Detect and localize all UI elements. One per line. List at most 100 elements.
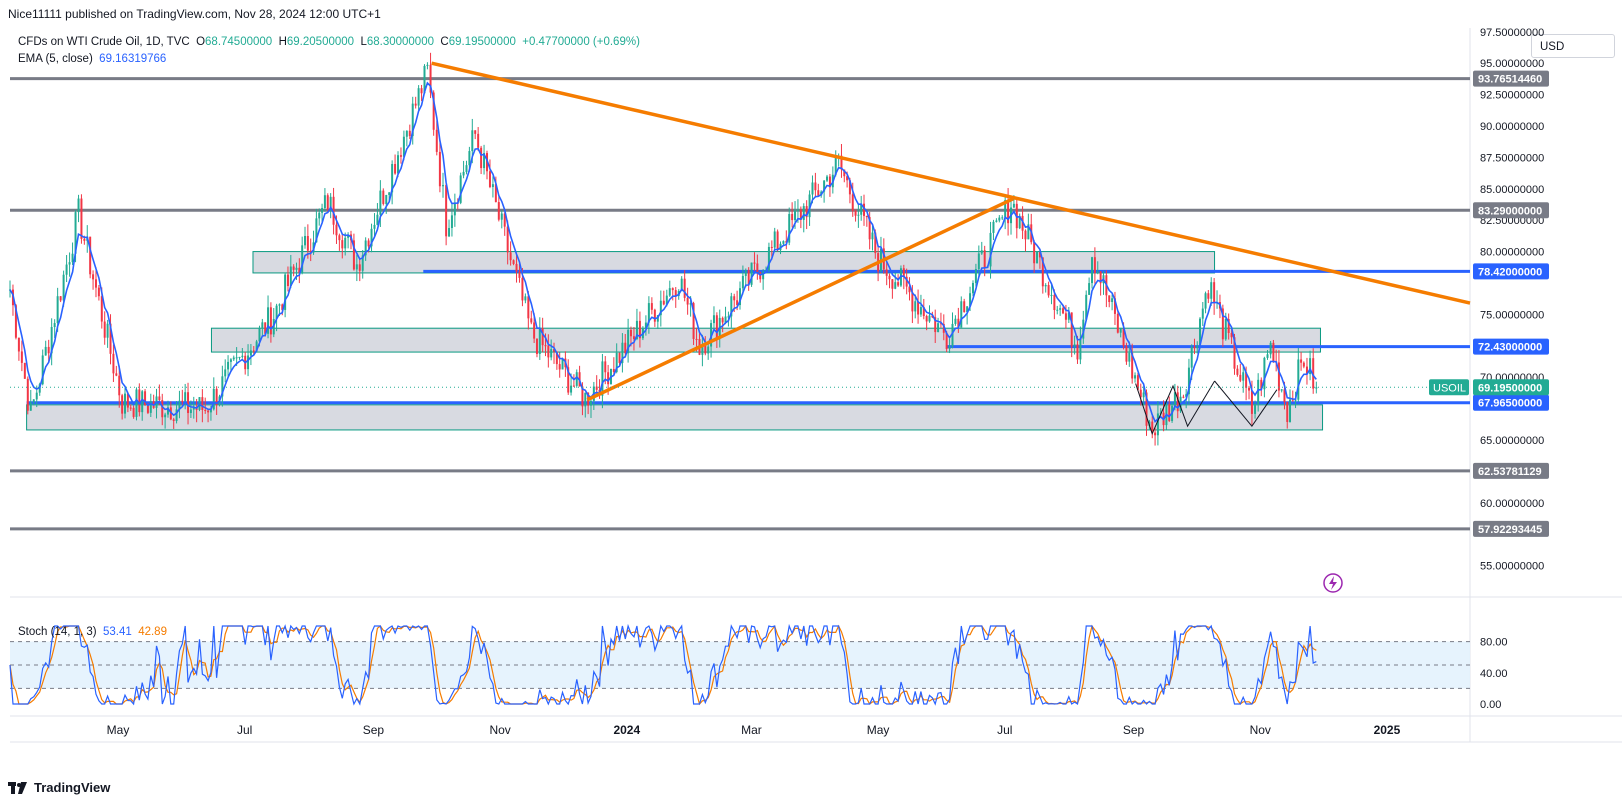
candle-body: [589, 400, 592, 406]
candle-body: [770, 246, 773, 248]
candle-body: [235, 357, 238, 359]
candle-body: [373, 224, 376, 229]
candle-body: [521, 277, 524, 301]
candle-body: [980, 250, 983, 254]
candle-body: [261, 322, 264, 328]
price-level-label: 67.96500000: [1478, 398, 1542, 410]
candle-body: [89, 236, 92, 275]
candle-body: [44, 346, 47, 356]
candle-body: [385, 195, 388, 204]
candle-body: [629, 329, 632, 337]
candle-body: [480, 147, 483, 169]
candle-body: [121, 395, 124, 414]
candle-body: [450, 215, 453, 228]
candle-body: [1193, 346, 1196, 349]
candle-body: [1289, 399, 1292, 422]
candle-body: [394, 164, 397, 174]
candle-body: [1076, 344, 1079, 360]
candle-body: [1156, 413, 1159, 436]
candle-body: [465, 165, 468, 172]
candle-body: [618, 352, 621, 363]
candle-body: [306, 235, 309, 251]
candle-body: [662, 300, 665, 305]
candle-body: [20, 351, 23, 363]
candle-body: [71, 253, 74, 263]
candle-body: [1050, 294, 1053, 296]
candle-body: [547, 345, 550, 358]
candle-body: [992, 221, 995, 233]
lightning-bolt-icon: [1329, 576, 1337, 590]
candle-body: [477, 133, 480, 148]
candle-body: [1088, 283, 1091, 295]
candle-body: [733, 296, 736, 301]
candle-body: [497, 202, 500, 220]
candle-body: [1125, 346, 1128, 362]
candle-body: [1059, 308, 1062, 310]
candle-body: [94, 279, 97, 288]
candle-body: [462, 171, 465, 176]
candle-body: [1096, 271, 1099, 274]
tradingview-logo[interactable]: TradingView: [8, 780, 110, 795]
candle-body: [379, 190, 382, 215]
candle-body: [241, 355, 244, 357]
stoch-k-value: 53.41: [103, 626, 132, 638]
candle-body: [857, 214, 860, 216]
candle-body: [198, 397, 201, 410]
candle-body: [146, 404, 149, 413]
candle-body: [891, 279, 894, 289]
candle-body: [584, 392, 587, 407]
candle-body: [17, 337, 20, 352]
candle-body: [453, 202, 456, 216]
price-tick-label: 75.00000000: [1480, 309, 1544, 321]
candle-body: [382, 190, 385, 204]
candle-body: [1093, 257, 1096, 274]
candle-body: [80, 198, 83, 239]
candle-body: [826, 176, 829, 181]
candle-body: [683, 278, 686, 298]
candle-body: [712, 315, 715, 324]
candle-body: [527, 296, 530, 319]
candle-body: [607, 372, 610, 385]
candle-body: [23, 362, 26, 379]
candle-body: [292, 266, 295, 270]
candle-body: [1302, 362, 1305, 367]
candle-body: [207, 410, 210, 413]
candle-body: [399, 155, 402, 157]
candle-body: [885, 269, 888, 276]
candle-body: [575, 372, 578, 386]
candle-body: [971, 282, 974, 294]
candle-body: [595, 386, 598, 390]
candle-body: [1207, 293, 1210, 299]
candle-body: [286, 274, 289, 287]
candle-body: [851, 194, 854, 211]
candle-body: [572, 385, 575, 387]
candle-body: [1204, 293, 1207, 309]
time-axis-label: 2025: [1374, 723, 1401, 737]
price-tick-label: 55.00000000: [1480, 561, 1544, 573]
candle-body: [227, 361, 230, 370]
candle-body: [817, 190, 820, 196]
candle-body: [791, 213, 794, 221]
candle-body: [212, 388, 215, 410]
candle-body: [1297, 359, 1300, 400]
candle-body: [321, 208, 324, 213]
candle-body: [1108, 295, 1111, 302]
candles-group: [9, 52, 1318, 446]
candle-body: [323, 195, 326, 209]
candle-body: [1224, 319, 1227, 340]
stoch-label[interactable]: Stoch (14, 1, 3): [18, 626, 97, 638]
candle-body: [524, 296, 527, 301]
candle-body: [115, 373, 118, 376]
price-tick-label: 95.00000000: [1480, 58, 1544, 70]
candle-body: [1064, 313, 1067, 320]
candle-body: [894, 282, 897, 289]
candle-body: [132, 407, 135, 417]
candle-body: [56, 296, 59, 324]
chart-canvas[interactable]: 55.0000000060.0000000065.0000000070.0000…: [0, 0, 1622, 780]
candle-body: [773, 231, 776, 248]
candle-body: [65, 264, 68, 275]
candle-body: [53, 323, 56, 327]
candle-body: [1073, 344, 1076, 347]
candle-body: [1210, 282, 1213, 299]
price-level-label: 83.29000000: [1478, 205, 1542, 217]
